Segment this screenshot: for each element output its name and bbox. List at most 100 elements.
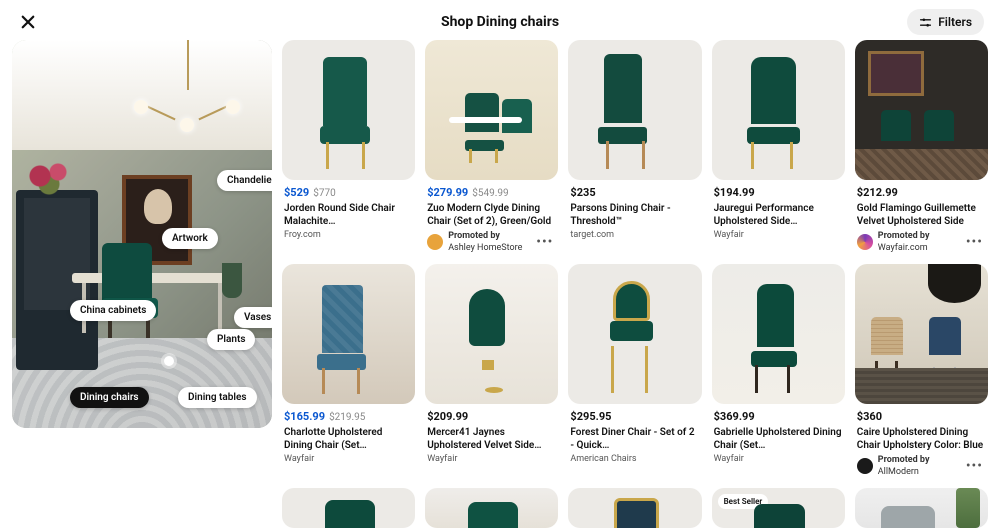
hero-panel: Chandeliers Artwork China cabinets VasesPla… — [12, 40, 272, 515]
product-info: $194.99 Jauregui Performance Upholstered… — [712, 180, 845, 241]
product-title: Mercer41 Jaynes Upholstered Velvet Side… — [427, 426, 556, 452]
promoted-label: Promoted by — [878, 230, 930, 242]
product-source: Wayfair — [714, 229, 843, 241]
product-source: Wayfair — [714, 453, 843, 465]
product-source: American Chairs — [570, 453, 699, 465]
product-info: $212.99 Gold Flamingo Guillemette Velvet… — [855, 180, 988, 254]
promoted-label: Promoted by — [448, 230, 522, 242]
product-title: Parsons Dining Chair - Threshold™ — [570, 202, 699, 228]
product-price: $212.99 — [857, 186, 898, 201]
filters-icon — [919, 16, 932, 29]
hero-tag[interactable]: Plants — [207, 329, 255, 350]
hero-tag[interactable]: Chandeliers — [217, 170, 272, 191]
product-card[interactable]: $209.99 Mercer41 Jaynes Upholstered Velv… — [425, 264, 558, 478]
product-info: $279.99 $549.99 Zuo Modern Clyde Dining … — [425, 180, 558, 254]
product-card[interactable]: $212.99 Gold Flamingo Guillemette Velvet… — [855, 40, 988, 254]
page-title: Shop Dining chairs — [441, 14, 559, 30]
product-image[interactable] — [855, 40, 988, 180]
page-header: Shop Dining chairs Filters — [0, 0, 1000, 40]
product-original-price: $770 — [313, 187, 335, 201]
product-image[interactable] — [282, 40, 415, 180]
product-original-price: $549.99 — [472, 187, 508, 201]
product-card[interactable]: $194.99 Jauregui Performance Upholstered… — [712, 40, 845, 254]
product-card[interactable] — [425, 488, 558, 528]
product-image[interactable]: Best Seller — [712, 488, 845, 528]
product-price: $279.99 — [427, 186, 468, 201]
product-card[interactable]: $360 Caire Upholstered Dining Chair Upho… — [855, 264, 988, 478]
product-image[interactable] — [568, 488, 701, 528]
product-source: Wayfair.com — [878, 242, 930, 254]
product-card[interactable] — [568, 488, 701, 528]
product-image[interactable] — [425, 488, 558, 528]
product-image[interactable] — [282, 264, 415, 404]
product-title: Caire Upholstered Dining Chair Upholster… — [857, 426, 986, 452]
product-image[interactable] — [855, 488, 988, 528]
product-price: $209.99 — [427, 410, 468, 425]
product-original-price: $219.95 — [329, 411, 365, 425]
product-info: $165.99 $219.95 Charlotte Upholstered Di… — [282, 404, 415, 465]
close-button[interactable] — [16, 10, 40, 34]
filters-label: Filters — [938, 15, 972, 29]
close-icon — [19, 13, 37, 31]
product-card[interactable]: Best Seller — [712, 488, 845, 528]
product-image[interactable] — [568, 40, 701, 180]
product-image[interactable] — [712, 40, 845, 180]
product-card[interactable]: $235 Parsons Dining Chair - Threshold™ t… — [568, 40, 701, 254]
hero-tag[interactable]: Artwork — [162, 228, 218, 249]
product-card[interactable]: $165.99 $219.95 Charlotte Upholstered Di… — [282, 264, 415, 478]
product-card[interactable]: $369.99 Gabrielle Upholstered Dining Cha… — [712, 264, 845, 478]
product-price: $165.99 — [284, 410, 325, 425]
product-card[interactable] — [855, 488, 988, 528]
product-title: Jorden Round Side Chair Malachite… — [284, 202, 413, 228]
product-price: $295.95 — [570, 410, 611, 425]
product-price: $235 — [570, 186, 595, 201]
product-price: $360 — [857, 410, 882, 425]
product-image[interactable] — [712, 264, 845, 404]
product-price: $529 — [284, 186, 309, 201]
promoted-label: Promoted by — [878, 454, 930, 466]
product-image[interactable] — [568, 264, 701, 404]
product-grid: $529 $770 Jorden Round Side Chair Malach… — [282, 40, 988, 515]
hero-image[interactable]: Chandeliers Artwork China cabinets VasesPla… — [12, 40, 272, 428]
product-source: AllModern — [878, 466, 930, 478]
product-source: Wayfair — [427, 453, 556, 465]
product-title: Jauregui Performance Upholstered Side… — [714, 202, 843, 228]
product-info: $209.99 Mercer41 Jaynes Upholstered Velv… — [425, 404, 558, 465]
more-options-button[interactable]: ••• — [533, 233, 556, 252]
product-source: Wayfair — [284, 453, 413, 465]
product-source: Froy.com — [284, 229, 413, 241]
product-title: Forest Diner Chair - Set of 2 - Quick… — [570, 426, 699, 452]
product-image[interactable] — [425, 40, 558, 180]
hero-tag[interactable]: Vases — [234, 307, 272, 328]
focus-point-icon — [164, 356, 174, 366]
hero-tag[interactable]: China cabinets — [70, 300, 156, 321]
hero-tag[interactable]: Dining chairs — [70, 387, 149, 408]
product-info: $295.95 Forest Diner Chair - Set of 2 - … — [568, 404, 701, 465]
product-card[interactable]: $529 $770 Jorden Round Side Chair Malach… — [282, 40, 415, 254]
product-price: $194.99 — [714, 186, 755, 201]
more-options-button[interactable]: ••• — [963, 457, 986, 476]
product-image[interactable] — [425, 264, 558, 404]
product-info: $235 Parsons Dining Chair - Threshold™ t… — [568, 180, 701, 241]
filters-button[interactable]: Filters — [907, 9, 984, 35]
hero-tag[interactable]: Dining tables — [178, 387, 257, 408]
product-title: Charlotte Upholstered Dining Chair (Set… — [284, 426, 413, 452]
merchant-icon — [427, 234, 443, 250]
product-source: Ashley HomeStore — [448, 242, 522, 254]
product-card[interactable]: $279.99 $549.99 Zuo Modern Clyde Dining … — [425, 40, 558, 254]
product-title: Zuo Modern Clyde Dining Chair (Set of 2)… — [427, 202, 556, 228]
merchant-icon — [857, 458, 873, 474]
product-card[interactable]: $295.95 Forest Diner Chair - Set of 2 - … — [568, 264, 701, 478]
product-info: $529 $770 Jorden Round Side Chair Malach… — [282, 180, 415, 241]
product-image[interactable] — [855, 264, 988, 404]
product-title: Gold Flamingo Guillemette Velvet Upholst… — [857, 202, 986, 228]
product-price: $369.99 — [714, 410, 755, 425]
product-image[interactable] — [282, 488, 415, 528]
merchant-icon — [857, 234, 873, 250]
product-source: target.com — [570, 229, 699, 241]
more-options-button[interactable]: ••• — [963, 233, 986, 252]
product-info: $369.99 Gabrielle Upholstered Dining Cha… — [712, 404, 845, 465]
product-title: Gabrielle Upholstered Dining Chair (Set… — [714, 426, 843, 452]
content-area: Chandeliers Artwork China cabinets VasesPla… — [0, 40, 1000, 515]
product-card[interactable] — [282, 488, 415, 528]
